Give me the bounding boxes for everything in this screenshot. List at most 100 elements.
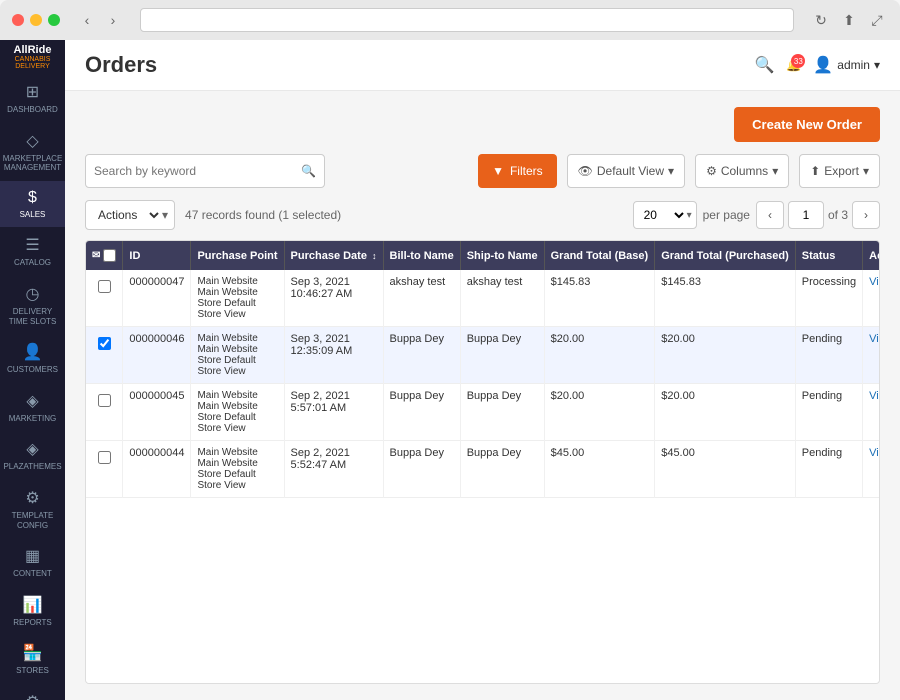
view-link[interactable]: View [869,447,880,459]
minimize-button[interactable] [30,14,42,26]
th-action[interactable]: Action [863,241,880,270]
header-actions: 🔍 🔔 33 👤 admin ▾ [754,55,880,75]
close-button[interactable] [12,14,24,26]
row-grand-total-base: $20.00 [544,327,655,384]
page-nav: ‹ of 3 › [756,201,880,229]
row-id: 000000045 [123,384,191,441]
row-purchase-date: Sep 3, 2021 12:35:09 AM [284,327,383,384]
export-dropdown-icon: ▾ [863,164,869,178]
create-new-order-button[interactable]: Create New Order [734,107,880,142]
logo: AllRide CANNABIS DELIVERY [8,44,58,70]
columns-label: Columns [721,164,768,178]
row-checkbox[interactable] [98,451,111,464]
actions-select[interactable]: Actions [86,201,162,229]
sidebar-label-customers: CUSTOMERS [7,365,58,375]
row-purchase-point: Main Website Main Website Store Default … [191,270,284,327]
sidebar-item-system[interactable]: ⚙ SYSTEM [0,684,65,700]
export-button[interactable]: ⬆ Export ▾ [799,154,880,188]
sidebar-item-catalog[interactable]: ☰ CATALOG [0,227,65,276]
th-ship-to-name[interactable]: Ship-to Name [460,241,544,270]
default-view-button[interactable]: 👁 Default View ▾ [567,154,685,188]
address-bar[interactable] [140,8,794,32]
export-label: Export [824,164,859,178]
columns-button[interactable]: ⚙ Columns ▾ [695,154,789,188]
th-grand-total-base[interactable]: Grand Total (Base) [544,241,655,270]
row-checkbox[interactable] [98,280,111,293]
filters-button[interactable]: ▼ Filters [478,154,557,188]
sidebar-item-reports[interactable]: 📊 REPORTS [0,587,65,636]
prev-page-button[interactable]: ‹ [756,201,784,229]
page-of-label: of 3 [828,208,848,222]
row-bill-to-name: akshay test [383,270,460,327]
fullscreen-icon[interactable]: ⤢ [866,9,888,31]
traffic-lights [12,14,60,26]
row-grand-total-base: $145.83 [544,270,655,327]
th-purchase-date[interactable]: Purchase Date ↕ [284,241,383,270]
per-page-select[interactable]: 20 50 100 [634,207,687,223]
th-grand-total-purchased[interactable]: Grand Total (Purchased) [655,241,796,270]
forward-button[interactable]: › [102,9,124,31]
view-link[interactable]: View [869,276,880,288]
sidebar-item-content[interactable]: ▦ CONTENT [0,538,65,587]
row-purchase-point: Main Website Main Website Store Default … [191,327,284,384]
sidebar-item-marketing[interactable]: ◈ MARKETING [0,383,65,432]
row-grand-total-purchased: $45.00 [655,441,796,498]
row-status: Processing [795,270,862,327]
row-checkbox[interactable] [98,337,111,350]
user-dropdown-icon: ▾ [874,58,880,72]
row-id: 000000046 [123,327,191,384]
actions-select-wrapper: Actions ▾ [85,200,175,230]
search-input[interactable] [94,164,301,178]
page-number-input[interactable] [788,201,824,229]
sidebar-label-plazathemes: PLAZATHEMES [3,462,61,472]
search-submit-icon[interactable]: 🔍 [301,164,316,178]
sidebar-label-marketing: MARKETING [9,414,57,424]
browser-chrome: ‹ › ↻ ⬆ ⤢ [0,0,900,40]
sidebar-item-customers[interactable]: 👤 CUSTOMERS [0,334,65,383]
row-checkbox[interactable] [98,394,111,407]
sidebar-label-template: TEMPLATE CONFIG [4,511,61,530]
row-checkbox-cell [86,384,123,441]
row-grand-total-purchased: $20.00 [655,327,796,384]
table-body: 000000047 Main Website Main Website Stor… [86,270,880,498]
row-action: View [863,270,880,327]
user-menu-button[interactable]: 👤 admin ▾ [813,55,880,75]
th-checkbox: ✉ [86,241,123,270]
orders-table: ✉ ID Purchase Point Purchase Date ↕ Bill… [86,241,880,498]
row-bill-to-name: Buppa Dey [383,441,460,498]
sidebar-item-sales[interactable]: $ SALES [0,181,65,228]
reload-icon[interactable]: ↻ [810,9,832,31]
maximize-button[interactable] [48,14,60,26]
logo-sub: CANNABIS DELIVERY [8,56,58,70]
row-grand-total-base: $20.00 [544,384,655,441]
sidebar-item-delivery[interactable]: ◷ DELIVERY TIME SLOTS [0,276,65,334]
user-avatar-icon: 👤 [813,55,833,75]
sidebar-item-marketplace[interactable]: ◇ MARKETPLACE MANAGEMENT [0,123,65,181]
user-name: admin [837,58,870,72]
row-ship-to-name: Buppa Dey [460,384,544,441]
per-page-select-wrapper: 20 50 100 ▾ [633,201,697,229]
th-id[interactable]: ID [123,241,191,270]
notification-button[interactable]: 🔔 33 [786,58,801,72]
view-link[interactable]: View [869,333,880,345]
row-id: 000000044 [123,441,191,498]
th-bill-to-name[interactable]: Bill-to Name [383,241,460,270]
filter-icon: ▼ [492,164,504,178]
reports-icon: 📊 [23,595,43,615]
th-purchase-point[interactable]: Purchase Point [191,241,284,270]
select-all-checkbox[interactable] [103,249,116,262]
table-row: 000000046 Main Website Main Website Stor… [86,327,880,384]
sidebar-label-delivery: DELIVERY TIME SLOTS [4,307,61,326]
sidebar: AllRide CANNABIS DELIVERY ⊞ DASHBOARD ◇ … [0,40,65,700]
sidebar-item-plazathemes[interactable]: ◈ PLAZATHEMES [0,431,65,480]
next-page-button[interactable]: › [852,201,880,229]
sidebar-item-dashboard[interactable]: ⊞ DASHBOARD [0,74,65,123]
back-button[interactable]: ‹ [76,9,98,31]
header-search-icon[interactable]: 🔍 [754,55,774,75]
sidebar-item-stores[interactable]: 🏪 STORES [0,635,65,684]
main-content: Orders 🔍 🔔 33 👤 admin ▾ Create New Order [65,40,900,700]
sidebar-item-template[interactable]: ⚙ TEMPLATE CONFIG [0,480,65,538]
share-icon[interactable]: ⬆ [838,9,860,31]
th-status[interactable]: Status [795,241,862,270]
view-link[interactable]: View [869,390,880,402]
